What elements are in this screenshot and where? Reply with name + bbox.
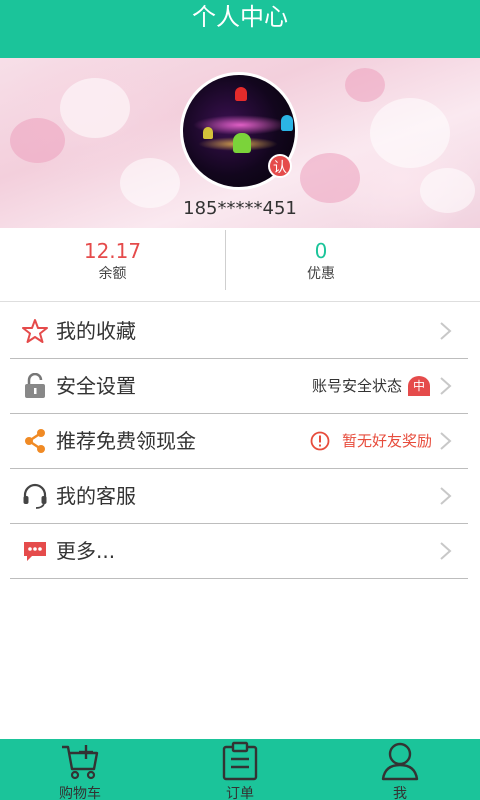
menu-item-label: 我的客服 bbox=[56, 484, 136, 508]
menu-item-referral[interactable]: 推荐免费领现金 暂无好友奖励 bbox=[10, 414, 468, 469]
menu-item-label: 推荐免费领现金 bbox=[56, 429, 196, 453]
balance-label: 余额 bbox=[98, 266, 127, 282]
coupon-label: 优惠 bbox=[307, 266, 335, 282]
profile-banner: 认 185*****451 bbox=[0, 58, 480, 228]
warning-icon bbox=[310, 431, 330, 451]
account-stats: 12.17 余额 0 优惠 bbox=[0, 228, 480, 302]
coupon-stat[interactable]: 0 优惠 bbox=[226, 228, 416, 302]
android-icon bbox=[281, 115, 293, 131]
user-icon bbox=[381, 742, 419, 781]
security-status-text: 账号安全状态 bbox=[311, 377, 402, 395]
user-phone: 185*****451 bbox=[183, 198, 297, 219]
coupon-value: 0 bbox=[314, 239, 328, 263]
menu-item-label: 更多... bbox=[56, 539, 116, 563]
chat-bubble-icon bbox=[24, 542, 46, 561]
tab-label: 订单 bbox=[226, 786, 254, 800]
menu-item-more[interactable]: 更多... bbox=[10, 524, 468, 579]
tab-me[interactable]: 我 bbox=[320, 739, 480, 800]
chevron-right-icon bbox=[440, 487, 452, 505]
tab-label: 购物车 bbox=[59, 786, 101, 800]
lock-icon bbox=[25, 373, 45, 398]
android-icon bbox=[233, 133, 251, 153]
referral-status-text: 暂无好友奖励 bbox=[341, 432, 432, 450]
petal-decoration bbox=[300, 153, 360, 203]
cart-icon bbox=[62, 745, 99, 780]
menu-item-label: 我的收藏 bbox=[56, 319, 136, 343]
petal-decoration bbox=[10, 118, 65, 163]
tab-cart[interactable]: 购物车 bbox=[0, 739, 160, 800]
chevron-right-icon bbox=[440, 322, 452, 340]
menu-item-favorites[interactable]: 我的收藏 bbox=[10, 304, 468, 359]
petal-decoration bbox=[60, 78, 130, 138]
android-icon bbox=[235, 87, 247, 101]
android-icon bbox=[203, 127, 213, 139]
tab-orders[interactable]: 订单 bbox=[160, 739, 320, 800]
menu-item-customer-service[interactable]: 我的客服 bbox=[10, 469, 468, 524]
page-title: 个人中心 bbox=[192, 3, 288, 31]
clipboard-icon bbox=[222, 741, 258, 781]
tab-label: 我 bbox=[393, 786, 407, 800]
security-level-badge: 中 bbox=[406, 375, 432, 397]
security-level-text: 中 bbox=[412, 379, 425, 393]
headset-icon bbox=[23, 483, 47, 509]
verified-badge: 认 bbox=[268, 154, 292, 178]
chevron-right-icon bbox=[440, 432, 452, 450]
petal-decoration bbox=[345, 68, 385, 102]
menu-item-label: 安全设置 bbox=[56, 374, 136, 398]
menu-list: 我的收藏 安全设置 账号安全状态 中 推荐免费领现金 暂无好友奖励 我的客服 更… bbox=[10, 304, 468, 579]
share-icon bbox=[25, 429, 45, 453]
balance-value: 12.17 bbox=[83, 239, 142, 263]
balance-stat[interactable]: 12.17 余额 bbox=[0, 228, 225, 302]
bottom-tab-bar: 购物车 订单 我 bbox=[0, 739, 480, 800]
chevron-right-icon bbox=[440, 377, 452, 395]
petal-decoration bbox=[370, 98, 450, 168]
header-bar: 个人中心 bbox=[0, 0, 480, 58]
menu-item-security[interactable]: 安全设置 账号安全状态 中 bbox=[10, 359, 468, 414]
star-icon bbox=[22, 319, 48, 343]
chevron-right-icon bbox=[440, 542, 452, 560]
